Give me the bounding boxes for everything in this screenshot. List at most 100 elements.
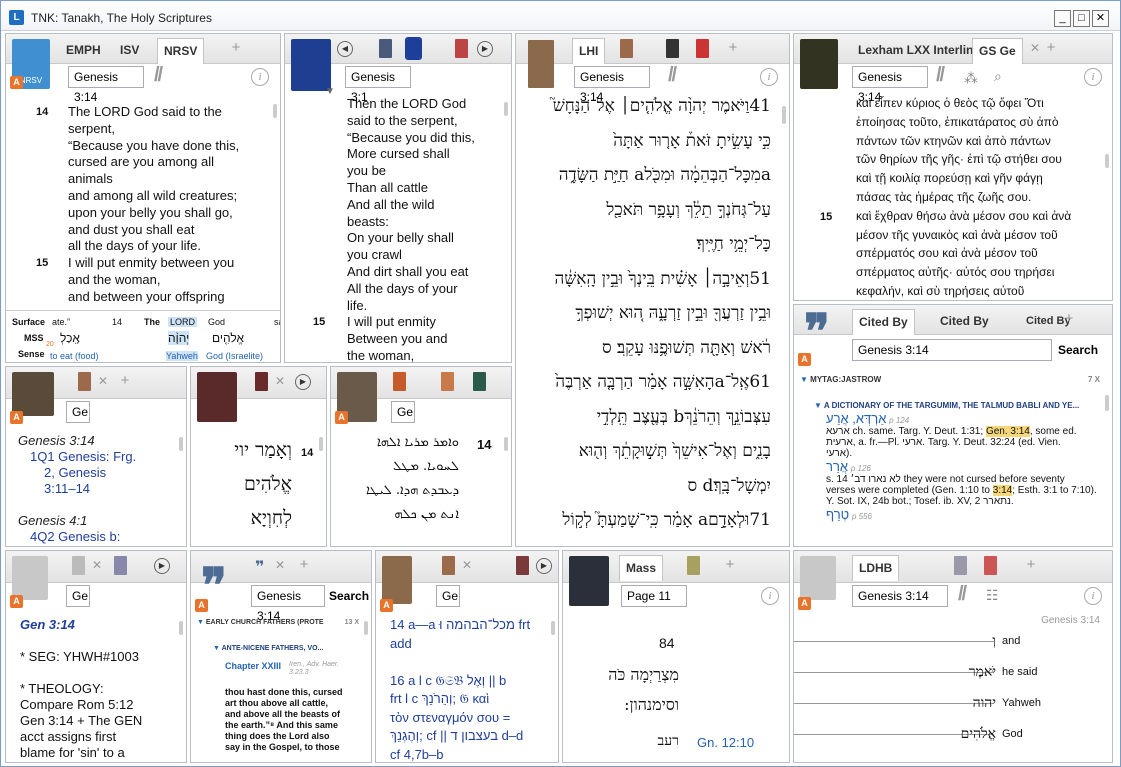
- mss-word[interactable]: אֱלֹהִ֤ים: [212, 331, 244, 345]
- graph-word[interactable]: וְ: [992, 633, 996, 650]
- dss-line[interactable]: 4Q2 Genesis b:: [30, 529, 120, 544]
- entry-headword[interactable]: אַרְדְּא, אֲרַע: [826, 411, 886, 426]
- scrollbar[interactable]: [504, 437, 508, 451]
- graph-word[interactable]: יֹּאמֶר: [969, 664, 996, 681]
- search-icon[interactable]: ⌕: [994, 68, 1002, 85]
- sense-link[interactable]: to eat (food): [50, 351, 99, 361]
- scrollbar[interactable]: [782, 106, 786, 124]
- dss-line[interactable]: 3:11–14: [44, 481, 90, 496]
- dss-line[interactable]: 1Q1 Genesis: Frg.: [30, 449, 136, 464]
- mss-word-highlight[interactable]: יְהוָ֨ה: [168, 331, 190, 345]
- book-tab-icon[interactable]: [984, 556, 997, 575]
- book-tab-icon[interactable]: [255, 372, 268, 391]
- close-tab-icon[interactable]: ✕: [275, 558, 285, 572]
- scrollbar[interactable]: [1105, 395, 1109, 411]
- link-set-icon[interactable]: A: [798, 353, 811, 366]
- reference-box[interactable]: Ge: [436, 585, 460, 607]
- add-tab-icon[interactable]: +: [1044, 39, 1058, 56]
- add-tab-icon[interactable]: +: [1024, 556, 1038, 573]
- mss-word[interactable]: אָֽכַלְ: [60, 331, 80, 345]
- close-tab-icon[interactable]: ✕: [275, 374, 285, 388]
- scrollbar[interactable]: [179, 437, 183, 451]
- book-tab-icon[interactable]: [405, 37, 422, 60]
- search-button[interactable]: Search: [329, 589, 369, 603]
- tab-lhi[interactable]: LHI: [572, 38, 606, 64]
- forward-arrow-icon[interactable]: ▶: [154, 558, 170, 574]
- reference-box[interactable]: Genesis 3:14: [852, 585, 948, 607]
- info-icon[interactable]: i: [1084, 587, 1102, 605]
- visual-filter-icon[interactable]: ⁂: [964, 70, 978, 87]
- reference-box[interactable]: Genesis 3:14: [574, 66, 650, 104]
- reference-box[interactable]: Genesis 3:14: [852, 339, 1052, 361]
- minimize-button[interactable]: _: [1054, 10, 1071, 27]
- forward-arrow-icon[interactable]: ▶: [477, 41, 493, 57]
- parallel-icon[interactable]: //: [668, 64, 677, 87]
- book-tab-icon[interactable]: [442, 556, 455, 575]
- reference-box[interactable]: Ge: [66, 401, 90, 423]
- close-tab-icon[interactable]: ✕: [98, 374, 108, 388]
- sense-link[interactable]: Yahweh: [166, 351, 198, 361]
- parallel-icon[interactable]: //: [154, 64, 163, 87]
- surface-word[interactable]: God: [208, 317, 225, 327]
- page-box[interactable]: Page 11: [621, 585, 687, 607]
- book-tab-icon[interactable]: [687, 556, 700, 575]
- verse-link[interactable]: Gn. 12:10: [697, 735, 754, 750]
- sense-link[interactable]: God (Israelite): [206, 351, 263, 361]
- book-tab-icon[interactable]: [696, 39, 709, 58]
- tab-ldhb[interactable]: LDHB: [852, 555, 900, 581]
- reference-box[interactable]: Genesis 3:14: [68, 66, 144, 104]
- tab-cited-by[interactable]: Cited By: [852, 309, 915, 335]
- info-icon[interactable]: i: [760, 68, 778, 86]
- add-tab-icon[interactable]: +: [1062, 310, 1076, 327]
- link-set-icon[interactable]: A: [10, 76, 23, 89]
- reference-box[interactable]: Genesis 3:14: [852, 66, 928, 104]
- scrollbar[interactable]: [179, 621, 183, 635]
- group-heading[interactable]: ▼ MYTAG:JASTROW: [800, 375, 881, 384]
- info-icon[interactable]: i: [761, 587, 779, 605]
- book-tab-icon[interactable]: [78, 372, 91, 391]
- book-heading[interactable]: ▼ A DICTIONARY OF THE TARGUMIM, THE TALM…: [814, 401, 1079, 410]
- link-set-icon[interactable]: A: [195, 599, 208, 612]
- highlight-ref[interactable]: Gen. 3:14: [985, 426, 1030, 437]
- close-tab-icon[interactable]: ✕: [1030, 41, 1040, 55]
- book-tab-icon[interactable]: [954, 556, 967, 575]
- book-tab-icon[interactable]: [455, 39, 468, 58]
- info-icon[interactable]: i: [1084, 68, 1102, 86]
- close-tab-icon[interactable]: ✕: [462, 558, 472, 572]
- chapter-link[interactable]: Chapter XXIII: [225, 661, 281, 671]
- book-tab-icon[interactable]: [379, 39, 392, 58]
- add-tab-icon[interactable]: +: [229, 39, 243, 56]
- list-view-icon[interactable]: ☷: [986, 587, 999, 604]
- tab-emph[interactable]: EMPH: [60, 38, 107, 64]
- entry-headword[interactable]: אֲרַר: [826, 459, 848, 474]
- add-tab-icon[interactable]: +: [297, 556, 311, 573]
- tab-gs-ge[interactable]: GS Ge: [972, 38, 1023, 64]
- dss-line[interactable]: 2, Genesis: [44, 465, 106, 480]
- group-heading[interactable]: ▼ EARLY CHURCH FATHERS (PROTE: [197, 619, 347, 626]
- maximize-button[interactable]: □: [1073, 10, 1090, 27]
- scrollbar[interactable]: [364, 621, 368, 635]
- link-set-icon[interactable]: A: [335, 411, 348, 424]
- add-tab-icon[interactable]: +: [723, 556, 737, 573]
- surface-word[interactable]: ate.”: [52, 317, 70, 327]
- surface-word-highlight[interactable]: LORD: [168, 317, 198, 327]
- entry-headword[interactable]: טְרַף: [826, 507, 849, 522]
- add-tab-icon[interactable]: +: [726, 39, 740, 56]
- close-tab-icon[interactable]: ✕: [92, 558, 102, 572]
- forward-arrow-icon[interactable]: ▶: [295, 374, 311, 390]
- link-set-icon[interactable]: A: [380, 599, 393, 612]
- book-tab-icon[interactable]: [393, 372, 406, 391]
- reference-box[interactable]: Ge: [391, 401, 415, 423]
- tab-nrsv[interactable]: NRSV: [157, 38, 205, 64]
- book-tab-icon[interactable]: [114, 556, 127, 575]
- close-button[interactable]: ✕: [1092, 10, 1109, 27]
- forward-arrow-icon[interactable]: ▶: [536, 558, 552, 574]
- reference-box[interactable]: Genesis 3:14: [251, 585, 325, 623]
- link-set-icon[interactable]: A: [10, 411, 23, 424]
- book-tab-icon[interactable]: [620, 39, 633, 58]
- reference-box[interactable]: Genesis 3:1: [345, 66, 411, 104]
- scrollbar[interactable]: [273, 104, 277, 118]
- highlight-ref[interactable]: 3:14: [992, 485, 1013, 496]
- link-set-icon[interactable]: A: [10, 595, 23, 608]
- search-button[interactable]: Search: [1058, 343, 1098, 357]
